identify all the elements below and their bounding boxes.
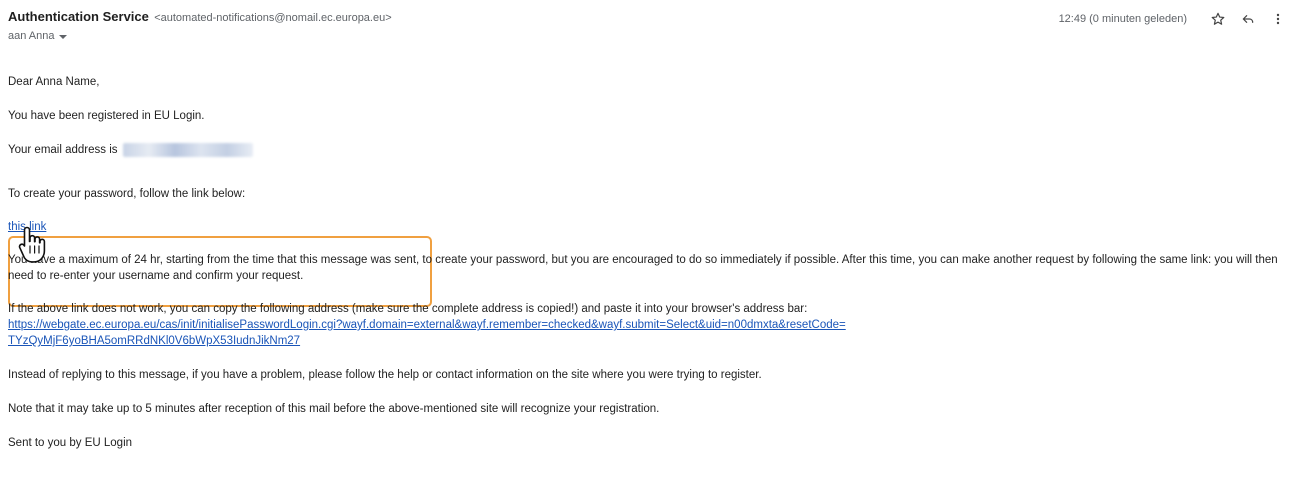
star-icon[interactable]	[1207, 8, 1229, 30]
reset-url-link[interactable]: https://webgate.ec.europa.eu/cas/init/in…	[8, 319, 846, 331]
blurred-email-address	[122, 142, 253, 157]
email-header: Authentication Service <automated-notifi…	[8, 8, 1289, 48]
email-prefix: Your email address is	[8, 144, 118, 156]
reset-url-link-continued[interactable]: TYzQyMjF6yoBHA5omRRdNKl0V6bWpX53IudnJikN…	[8, 335, 300, 347]
more-vert-icon[interactable]	[1267, 8, 1289, 30]
reset-url-line-1: https://webgate.ec.europa.eu/cas/init/in…	[8, 317, 846, 333]
sender-name[interactable]: Authentication Service	[8, 9, 149, 24]
reply-icon[interactable]	[1237, 8, 1259, 30]
create-password-text: To create your password, follow the link…	[8, 188, 246, 200]
recipient-label: aan Anna	[8, 30, 55, 42]
greeting: Dear Anna Name,	[8, 76, 100, 88]
reset-url-line-2: TYzQyMjF6yoBHA5omRRdNKl0V6bWpX53IudnJikN…	[8, 333, 300, 349]
registered-text: You have been registered in EU Login.	[8, 110, 205, 122]
sender-line: Authentication Service <automated-notifi…	[8, 9, 392, 24]
recipient-details-toggle[interactable]: aan Anna	[8, 30, 67, 42]
timestamp: 12:49 (0 minuten geleden)	[1058, 13, 1187, 25]
hand-pointer-cursor-icon	[18, 225, 46, 265]
sent-by-text: Sent to you by EU Login	[8, 437, 133, 449]
sender-email: <automated-notifications@nomail.ec.europ…	[154, 12, 392, 24]
max-time-text: You have a maximum of 24 hr, starting fr…	[8, 254, 1278, 282]
instead-reply-text: Instead of replying to this message, if …	[8, 369, 762, 381]
header-actions: 12:49 (0 minuten geleden)	[1059, 8, 1289, 30]
chevron-down-icon	[58, 34, 67, 39]
note-text: Note that it may take up to 5 minutes af…	[8, 403, 660, 415]
copy-address-text: If the above link does not work, you can…	[8, 303, 808, 315]
email-address-line: Your email address is	[8, 142, 253, 158]
